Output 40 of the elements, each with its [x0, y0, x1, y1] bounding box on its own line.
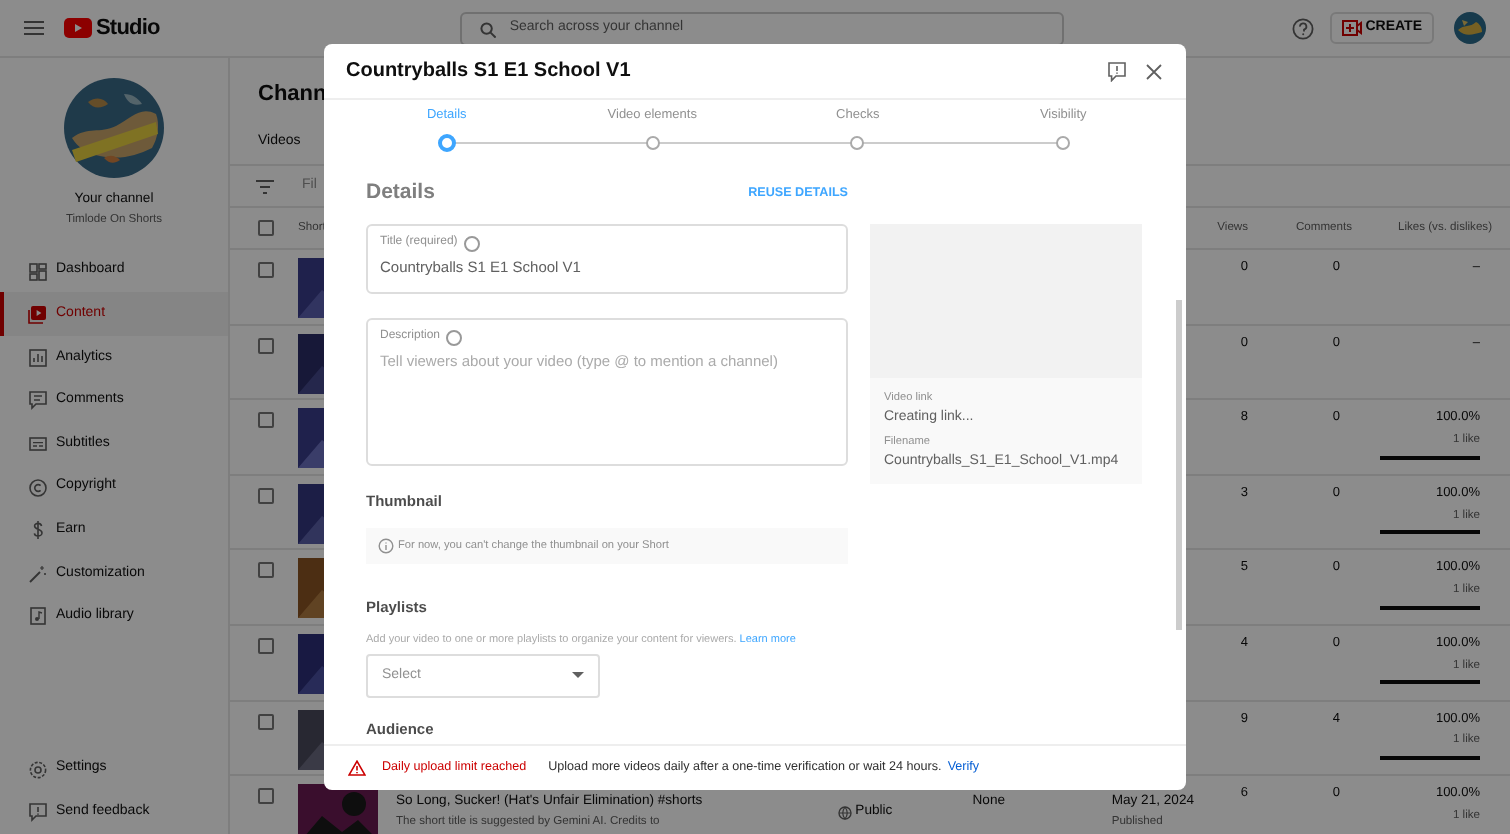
wand-icon [28, 563, 48, 584]
section-heading: Details [366, 178, 435, 209]
settings-icon [28, 759, 48, 780]
copyright-icon [28, 477, 48, 498]
subtitles-icon [28, 434, 48, 455]
comment-icon [28, 390, 48, 411]
chart-icon [28, 347, 48, 368]
play-logo-icon[interactable] [64, 18, 92, 38]
scrollbar-thumb[interactable] [1176, 300, 1182, 630]
dashboard-icon [28, 261, 48, 282]
caret-icon [572, 672, 584, 679]
checkbox[interactable] [258, 337, 274, 354]
filter-icon[interactable] [256, 179, 274, 193]
checkbox[interactable] [258, 562, 274, 579]
dollar-icon [28, 520, 48, 541]
like-ratio-bar [1380, 680, 1480, 685]
globe-icon [837, 805, 852, 820]
logo-text[interactable]: Studio [96, 11, 160, 45]
menu-icon[interactable] [24, 20, 44, 36]
like-ratio-bar [1380, 455, 1480, 460]
checkbox[interactable] [258, 487, 274, 504]
feedback-icon [28, 802, 48, 823]
checkbox[interactable] [258, 220, 274, 236]
info-icon [378, 538, 394, 555]
warning-icon [348, 760, 366, 776]
close-icon[interactable] [1146, 63, 1162, 79]
like-ratio-bar [1380, 530, 1480, 535]
video-icon [28, 304, 48, 325]
checkbox[interactable] [258, 713, 274, 730]
search-icon [479, 21, 496, 37]
checkbox[interactable] [258, 412, 274, 429]
music-note-icon [28, 606, 48, 627]
like-ratio-bar [1380, 605, 1480, 610]
feedback-icon[interactable] [1108, 61, 1126, 81]
video-plus-icon [1341, 20, 1362, 36]
checkbox[interactable] [258, 637, 274, 654]
checkbox[interactable] [258, 262, 274, 278]
dialog-title: Countryballs S1 E1 School V1 [346, 59, 631, 83]
checkbox[interactable] [258, 788, 274, 805]
page-title: Chann [258, 82, 327, 106]
